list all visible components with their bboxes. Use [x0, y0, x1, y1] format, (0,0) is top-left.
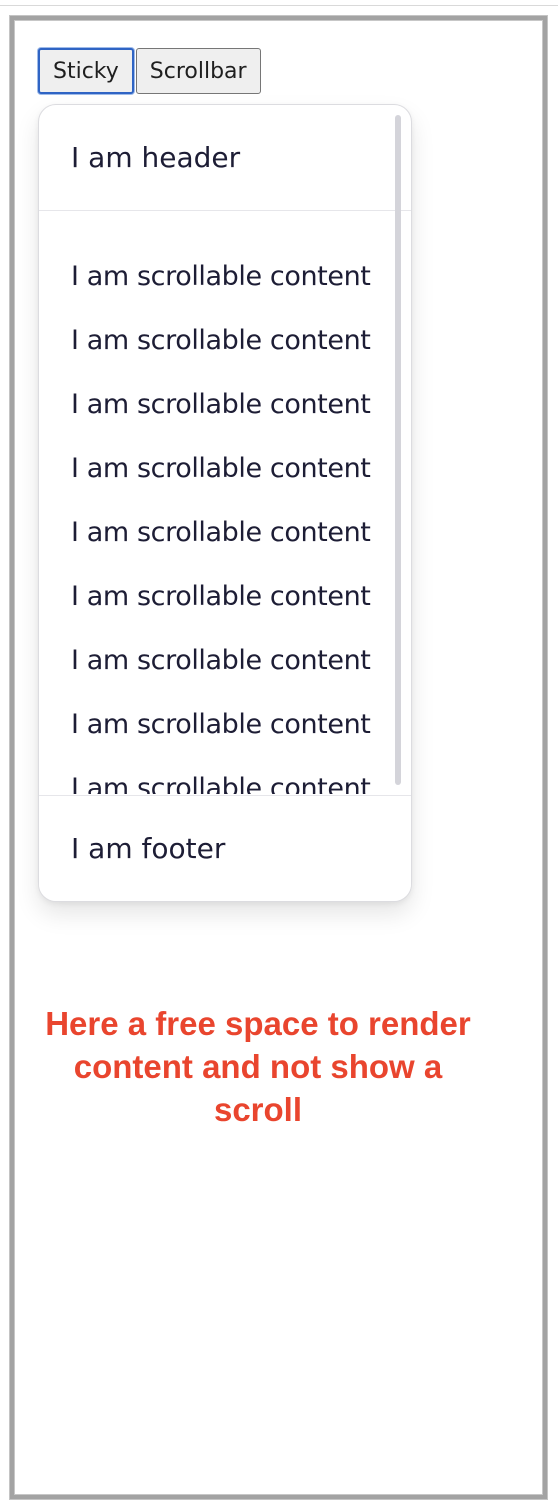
list-item: I am scrollable content	[71, 581, 371, 612]
list-item: I am scrollable content	[71, 709, 371, 740]
top-divider	[0, 0, 558, 6]
sticky-button[interactable]: Sticky	[38, 48, 134, 94]
scrollable-content[interactable]: I am scrollable content I am scrollable …	[39, 211, 411, 794]
free-space-note: Here a free space to render content and …	[45, 1005, 471, 1128]
list-item: I am scrollable content	[71, 325, 371, 356]
scrollbar-thumb[interactable]	[395, 115, 401, 785]
list-item: I am scrollable content	[71, 645, 371, 676]
panel-header: I am header	[39, 105, 411, 211]
toolbar: Sticky Scrollbar	[38, 48, 261, 94]
list-item: I am scrollable content	[71, 517, 371, 548]
list-item: I am scrollable content	[71, 453, 371, 484]
list-item: I am scrollable content	[71, 261, 371, 292]
panel-footer-label: I am footer	[71, 832, 226, 865]
list-item: I am scrollable content	[71, 773, 371, 794]
scroll-panel: I am scrollable content I am scrollable …	[38, 104, 412, 902]
list-item: I am scrollable content	[71, 389, 371, 420]
scrollbar-button[interactable]: Scrollbar	[135, 48, 261, 94]
panel-footer: I am footer	[39, 795, 411, 901]
panel-header-label: I am header	[71, 141, 241, 174]
